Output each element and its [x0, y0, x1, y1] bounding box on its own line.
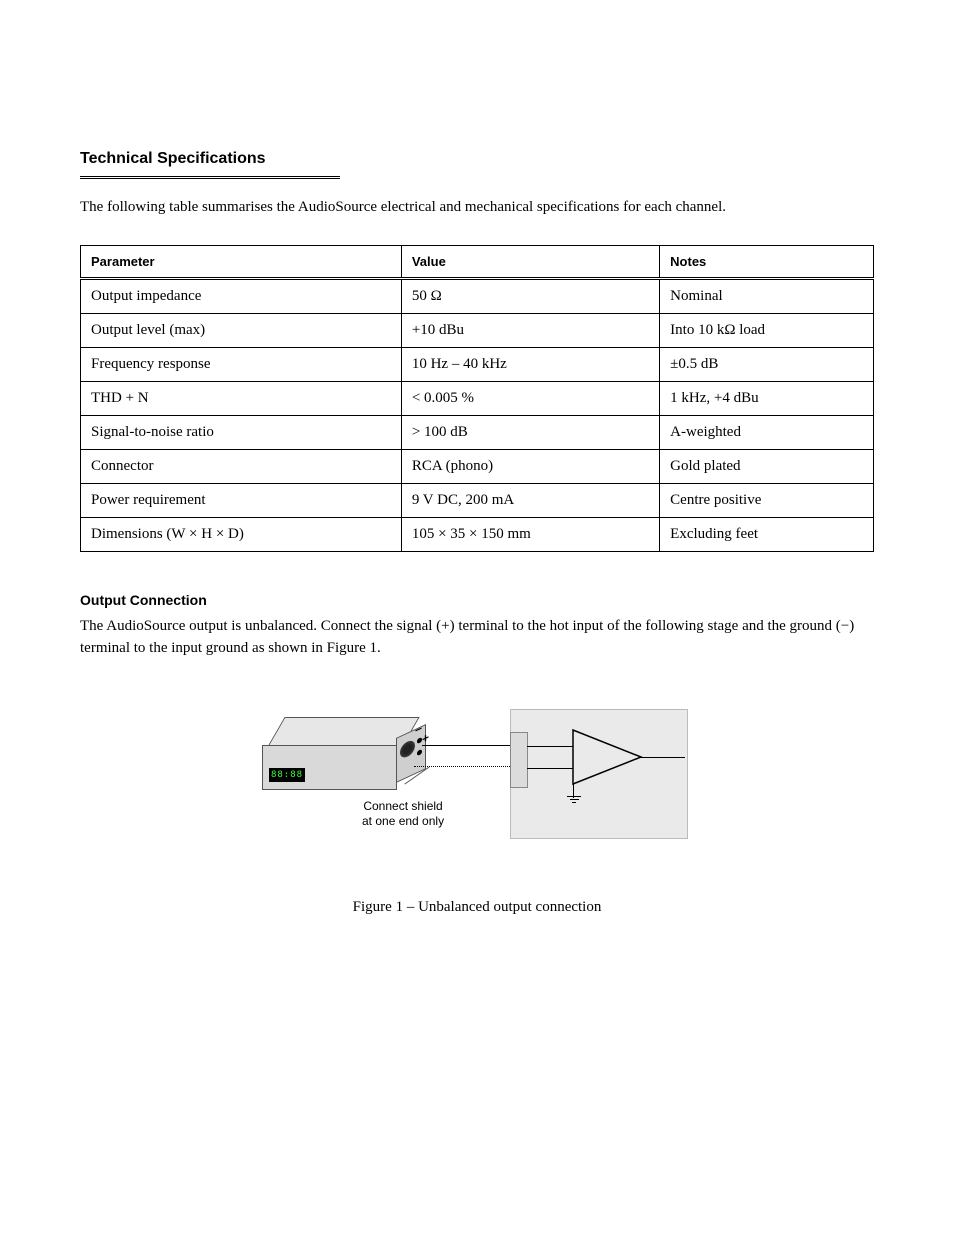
table-cell: ±0.5 dB — [660, 347, 874, 381]
table-header-cell: Parameter — [81, 245, 402, 278]
table-row: Signal-to-noise ratio > 100 dB A-weighte… — [81, 415, 874, 449]
table-cell: 105 × 35 × 150 mm — [401, 517, 659, 551]
table-row: Frequency response 10 Hz – 40 kHz ±0.5 d… — [81, 347, 874, 381]
table-cell: 9 V DC, 200 mA — [401, 483, 659, 517]
table-cell: 1 kHz, +4 dBu — [660, 381, 874, 415]
table-cell: Output level (max) — [81, 313, 402, 347]
table-header-row: Parameter Value Notes — [81, 245, 874, 278]
table-cell: Power requirement — [81, 483, 402, 517]
page-body: Technical Specifications The following t… — [0, 0, 954, 916]
subsection-paragraph: The AudioSource output is unbalanced. Co… — [80, 616, 874, 660]
table-row: THD + N < 0.005 % 1 kHz, +4 dBu — [81, 381, 874, 415]
connection-diagram: 88:88 − + Connect shield at one end only — [262, 689, 692, 889]
table-cell: Gold plated — [660, 449, 874, 483]
intro-paragraph: The following table summarises the Audio… — [80, 197, 874, 219]
table-cell: Centre positive — [660, 483, 874, 517]
table-cell: Frequency response — [81, 347, 402, 381]
table-cell: Dimensions (W × H × D) — [81, 517, 402, 551]
table-cell: RCA (phono) — [401, 449, 659, 483]
table-cell: Output impedance — [81, 278, 402, 313]
output-plus-jack — [417, 749, 422, 756]
table-cell: Excluding feet — [660, 517, 874, 551]
table-row: Output level (max) +10 dBu Into 10 kΩ lo… — [81, 313, 874, 347]
table-cell: < 0.005 % — [401, 381, 659, 415]
table-cell: THD + N — [81, 381, 402, 415]
amplifier-input-port — [510, 732, 528, 788]
table-cell: Nominal — [660, 278, 874, 313]
subsection-heading: Output Connection — [80, 592, 874, 608]
figure-caption: Figure 1 – Unbalanced output connection — [80, 899, 874, 916]
table-cell: Connector — [81, 449, 402, 483]
table-cell: > 100 dB — [401, 415, 659, 449]
spec-table: Parameter Value Notes Output impedance 5… — [80, 245, 874, 552]
table-cell: 10 Hz – 40 kHz — [401, 347, 659, 381]
shield-note: Connect shield at one end only — [362, 799, 444, 828]
table-cell: Signal-to-noise ratio — [81, 415, 402, 449]
title-underline — [80, 176, 340, 179]
table-cell: Into 10 kΩ load — [660, 313, 874, 347]
amplifier-stage — [510, 709, 688, 839]
ground-symbol-icon — [566, 796, 582, 803]
table-header-cell: Notes — [660, 245, 874, 278]
table-header-cell: Value — [401, 245, 659, 278]
table-row: Power requirement 9 V DC, 200 mA Centre … — [81, 483, 874, 517]
table-row: Connector RCA (phono) Gold plated — [81, 449, 874, 483]
table-cell: 50 Ω — [401, 278, 659, 313]
table-row: Output impedance 50 Ω Nominal — [81, 278, 874, 313]
table-cell: A-weighted — [660, 415, 874, 449]
section-title: Technical Specifications — [80, 150, 874, 168]
table-cell: +10 dBu — [401, 313, 659, 347]
minus-label: − — [415, 721, 422, 738]
opamp-triangle-icon — [571, 728, 643, 786]
speaker-grille-icon — [400, 738, 415, 760]
table-row: Dimensions (W × H × D) 105 × 35 × 150 mm… — [81, 517, 874, 551]
device-led-display: 88:88 — [271, 770, 303, 780]
